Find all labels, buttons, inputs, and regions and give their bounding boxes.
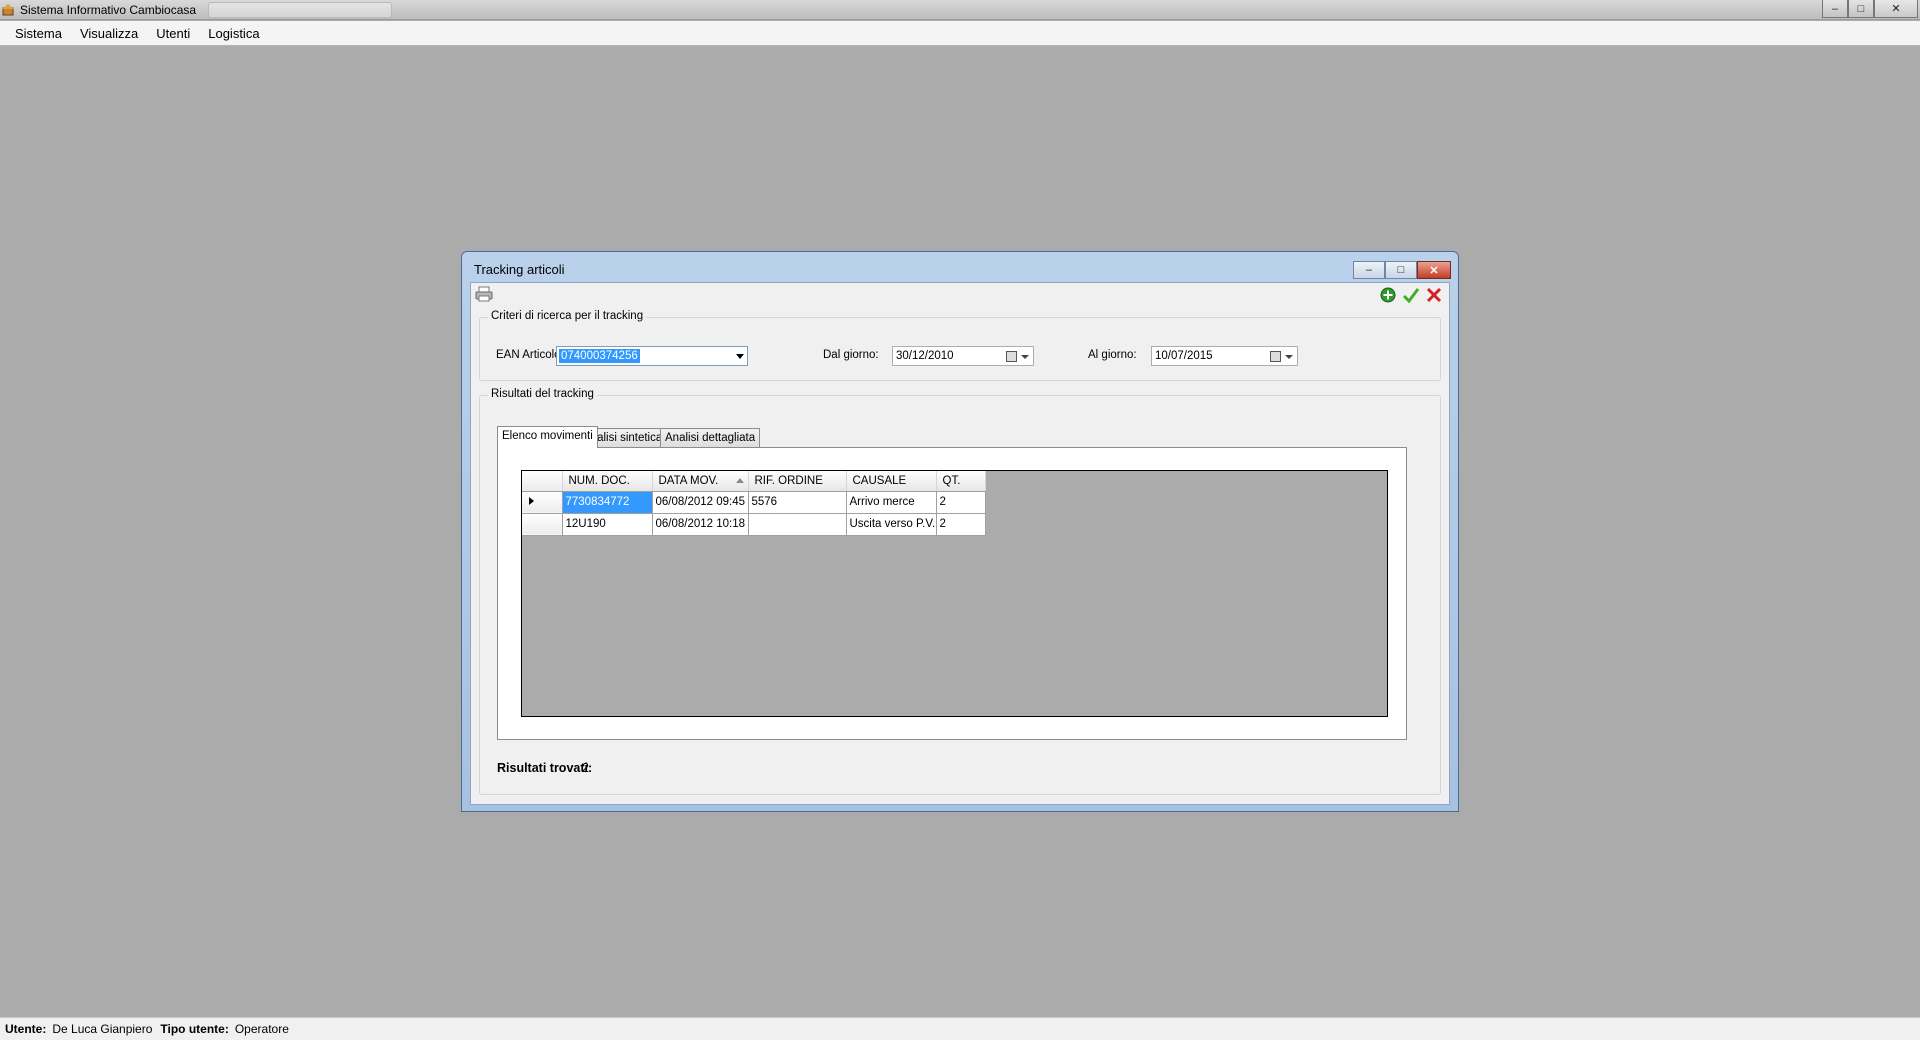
app-title: Sistema Informativo Cambiocasa [20, 3, 197, 17]
status-user-label: Utente: [5, 1022, 47, 1036]
cell-causale[interactable]: Arrivo merce [846, 491, 937, 514]
current-row-arrow-icon [529, 497, 534, 505]
table-row[interactable]: 7730834772 06/08/2012 09:45 5576 Arrivo … [522, 491, 986, 514]
criteria-group-label: Criteri di ricerca per il tracking [488, 310, 647, 322]
cell-causale[interactable]: Uscita verso P.V. [846, 513, 937, 536]
row-header[interactable] [522, 491, 563, 514]
tab-elenco-movimenti[interactable]: Elenco movimenti [497, 426, 598, 448]
child-close-button[interactable]: ✕ [1417, 261, 1451, 279]
menu-sistema[interactable]: Sistema [6, 26, 71, 41]
status-type-value: Operatore [234, 1022, 289, 1036]
column-header-rif-ordine[interactable]: RIF. ORDINE [748, 471, 847, 492]
column-header-num-doc[interactable]: NUM. DOC. [562, 471, 653, 492]
confirm-check-icon[interactable] [1402, 286, 1420, 304]
cell-num-doc[interactable]: 12U190 [562, 513, 653, 536]
table-row[interactable]: 12U190 06/08/2012 10:18 Uscita verso P.V… [522, 513, 986, 536]
criteria-group: Criteri di ricerca per il tracking EAN A… [479, 310, 1441, 381]
chevron-down-icon[interactable] [1285, 355, 1293, 359]
ghost-taskbar-tab [208, 2, 392, 18]
menu-bar: Sistema Visualizza Utenti Logistica [0, 21, 1920, 46]
cell-qt[interactable]: 2 [936, 491, 986, 514]
column-header-qt[interactable]: QT. [936, 471, 986, 492]
cell-data-mov[interactable]: 06/08/2012 10:18 [652, 513, 749, 536]
minimize-button[interactable]: – [1822, 0, 1848, 18]
calendar-icon[interactable] [1270, 351, 1281, 362]
row-header[interactable] [522, 513, 563, 536]
child-window-title: Tracking articoli [474, 262, 565, 277]
to-date-value[interactable]: 10/07/2015 [1155, 350, 1213, 362]
movements-grid[interactable]: NUM. DOC. DATA MOV. RIF. ORDINE CAUSALE … [521, 470, 1388, 717]
cancel-x-icon[interactable] [1425, 286, 1443, 304]
window-toolbar [1379, 286, 1443, 304]
sort-ascending-icon [735, 478, 744, 483]
chevron-down-icon[interactable] [736, 354, 744, 359]
menu-utenti[interactable]: Utenti [147, 26, 199, 41]
results-found-label: Risultati trovati: [497, 761, 593, 775]
maximize-button[interactable]: □ [1848, 0, 1874, 18]
status-type-label: Tipo utente: [160, 1022, 229, 1036]
chevron-down-icon[interactable] [1021, 355, 1029, 359]
column-header-data-mov-label: DATA MOV. [658, 474, 719, 487]
from-date-picker[interactable]: 30/12/2010 [892, 346, 1034, 366]
tab-page-elenco-movimenti: NUM. DOC. DATA MOV. RIF. ORDINE CAUSALE … [497, 447, 1407, 740]
ean-value[interactable]: 074000374256 [559, 349, 640, 363]
to-date-picker[interactable]: 10/07/2015 [1151, 346, 1298, 366]
results-group: Risultati del tracking Elenco movimenti … [479, 388, 1441, 795]
results-found-value: 2 [582, 761, 589, 775]
column-header-data-mov[interactable]: DATA MOV. [652, 471, 749, 492]
add-icon[interactable] [1379, 286, 1397, 304]
cell-qt[interactable]: 2 [936, 513, 986, 536]
print-icon[interactable] [475, 286, 493, 302]
status-bar: Utente: De Luca Gianpiero Tipo utente: O… [0, 1017, 1920, 1040]
ean-combo[interactable]: 074000374256 [556, 346, 748, 366]
status-user-value: De Luca Gianpiero [52, 1022, 153, 1036]
menu-visualizza[interactable]: Visualizza [71, 26, 147, 41]
child-window-controls: – □ ✕ [1353, 261, 1451, 279]
cell-rif-ordine[interactable] [748, 513, 847, 536]
cell-num-doc[interactable]: 7730834772 [562, 491, 653, 514]
child-client-area: Criteri di ricerca per il tracking EAN A… [470, 282, 1450, 805]
tracking-articoli-window: Tracking articoli – □ ✕ Criteri di ricer… [461, 251, 1459, 812]
movements-table: NUM. DOC. DATA MOV. RIF. ORDINE CAUSALE … [522, 471, 986, 536]
child-maximize-button[interactable]: □ [1385, 261, 1417, 279]
ean-label: EAN Articolo: [496, 349, 564, 361]
menu-logistica[interactable]: Logistica [199, 26, 268, 41]
calendar-icon[interactable] [1006, 351, 1017, 362]
grid-header-row: NUM. DOC. DATA MOV. RIF. ORDINE CAUSALE … [522, 471, 986, 492]
from-date-label: Dal giorno: [823, 349, 879, 361]
close-button[interactable]: ✕ [1874, 0, 1918, 18]
app-title-bar: Sistema Informativo Cambiocasa – □ ✕ [0, 0, 1920, 20]
app-icon [2, 4, 14, 16]
grid-corner-header [522, 471, 563, 492]
results-group-label: Risultati del tracking [488, 388, 597, 400]
cell-rif-ordine[interactable]: 5576 [748, 491, 847, 514]
cell-data-mov[interactable]: 06/08/2012 09:45 [652, 491, 749, 514]
child-minimize-button[interactable]: – [1353, 261, 1385, 279]
from-date-value[interactable]: 30/12/2010 [896, 350, 954, 362]
column-header-causale[interactable]: CAUSALE [846, 471, 937, 492]
tab-analisi-dettagliata[interactable]: Analisi dettagliata [660, 428, 761, 448]
app-window-controls: – □ ✕ [1822, 0, 1918, 18]
to-date-label: Al giorno: [1088, 349, 1137, 361]
